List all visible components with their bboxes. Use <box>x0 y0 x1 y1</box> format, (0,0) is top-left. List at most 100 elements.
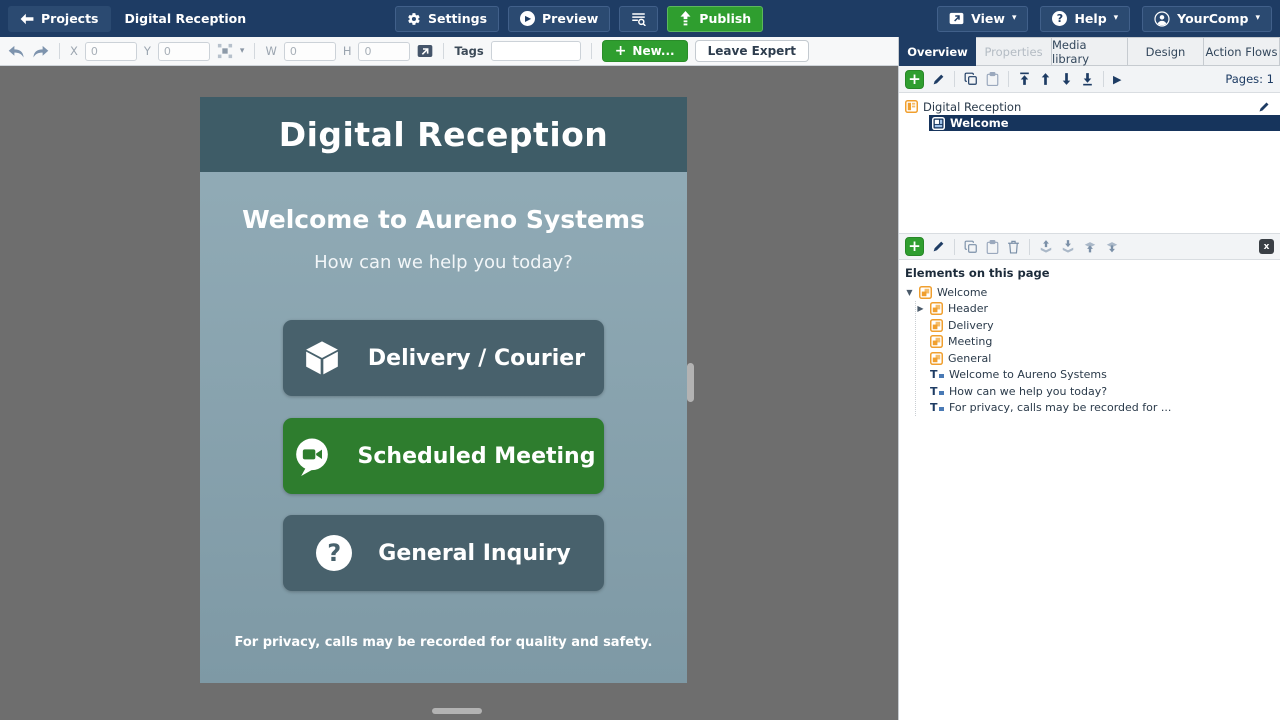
add-page-button[interactable]: + <box>905 70 924 89</box>
back-to-projects-button[interactable]: Projects <box>8 6 111 32</box>
kiosk-welcome-heading: Welcome to Aureno Systems <box>200 205 687 234</box>
group-icon <box>919 286 932 299</box>
new-element-button[interactable]: + New... <box>602 40 688 62</box>
element-label: Welcome <box>937 286 987 299</box>
redo-icon[interactable] <box>32 45 49 58</box>
scheduled-meeting-button[interactable]: Scheduled Meeting <box>283 418 604 494</box>
back-arrow-icon <box>20 13 34 25</box>
canvas-horizontal-scrollbar[interactable] <box>432 708 482 714</box>
leave-expert-button[interactable]: Leave Expert <box>695 40 809 62</box>
move-to-bottom-icon[interactable] <box>1081 72 1094 86</box>
copy-icon[interactable] <box>964 240 978 254</box>
send-to-back-icon[interactable] <box>1061 240 1075 253</box>
kiosk-privacy-footer: For privacy, calls may be recorded for q… <box>200 635 687 650</box>
expand-caret-icon[interactable]: ▶ <box>916 304 925 313</box>
settings-label: Settings <box>428 11 487 26</box>
design-canvas[interactable]: Digital Reception Welcome to Aureno Syst… <box>0 66 898 720</box>
text-element-icon: T <box>930 386 944 397</box>
tab-action-flows[interactable]: Action Flows <box>1204 37 1280 66</box>
general-inquiry-button[interactable]: ? General Inquiry <box>283 515 604 591</box>
bring-forward-icon[interactable] <box>1083 240 1097 253</box>
pages-tree-root-label: Digital Reception <box>923 100 1021 114</box>
undo-icon[interactable] <box>8 45 25 58</box>
canvas-vertical-scrollbar[interactable] <box>687 363 694 402</box>
panel-tab-bar: Overview Properties Media library Design… <box>899 37 1280 66</box>
kiosk-page-welcome[interactable]: Digital Reception Welcome to Aureno Syst… <box>200 97 687 683</box>
group-icon <box>930 319 943 332</box>
run-page-icon[interactable]: ▶ <box>1113 73 1121 86</box>
element-row-text-help[interactable]: T How can we help you today? <box>916 383 1280 400</box>
delivery-courier-button[interactable]: Delivery / Courier <box>283 320 604 396</box>
edit-pencil-icon[interactable] <box>1258 101 1270 113</box>
element-label: How can we help you today? <box>949 385 1107 398</box>
width-input[interactable] <box>284 42 336 61</box>
publish-button[interactable]: Publish <box>667 6 763 32</box>
element-label: Delivery <box>948 319 994 332</box>
fit-to-screen-icon[interactable] <box>417 44 433 58</box>
paste-icon[interactable] <box>986 72 999 86</box>
chevron-down-icon: ▾ <box>1255 14 1260 23</box>
view-menu-button[interactable]: View ▾ <box>937 6 1028 32</box>
add-element-button[interactable]: + <box>905 237 924 256</box>
element-row-welcome-root[interactable]: ▼ Welcome <box>905 284 1280 301</box>
toolbar-separator <box>1008 71 1009 87</box>
element-row-header[interactable]: ▶ Header <box>916 301 1280 318</box>
move-down-icon[interactable] <box>1060 72 1073 86</box>
chevron-down-icon: ▾ <box>1012 14 1017 23</box>
h-field-label: H <box>343 44 352 58</box>
w-field-label: W <box>265 44 276 58</box>
paste-icon[interactable] <box>986 240 999 254</box>
account-label: YourComp <box>1177 11 1248 26</box>
scheduled-meeting-label: Scheduled Meeting <box>358 444 596 469</box>
package-cube-icon <box>302 338 342 378</box>
element-row-delivery[interactable]: Delivery <box>916 317 1280 334</box>
x-input[interactable] <box>85 42 137 61</box>
chevron-down-icon[interactable]: ▾ <box>240 47 245 56</box>
tab-overview[interactable]: Overview <box>899 37 976 66</box>
checklist-search-button[interactable] <box>619 6 658 32</box>
element-label: Header <box>948 302 988 315</box>
exclude-x-icon[interactable]: x <box>1259 239 1274 254</box>
move-to-top-icon[interactable] <box>1018 72 1031 86</box>
account-menu-button[interactable]: YourComp ▾ <box>1142 6 1272 32</box>
elements-header: Elements on this page <box>905 266 1280 280</box>
bring-to-front-icon[interactable] <box>1039 240 1053 253</box>
element-row-text-welcome[interactable]: T Welcome to Aureno Systems <box>916 367 1280 384</box>
pages-count: Pages: 1 <box>1225 72 1274 86</box>
edit-pencil-icon[interactable] <box>932 240 945 253</box>
toolbar-separator <box>1029 239 1030 255</box>
tab-design[interactable]: Design <box>1128 37 1204 66</box>
preview-button[interactable]: ▶ Preview <box>508 6 610 32</box>
publish-upload-icon <box>679 11 692 26</box>
tab-properties[interactable]: Properties <box>976 37 1052 66</box>
open-window-icon <box>949 12 964 25</box>
chevron-down-icon: ▾ <box>1114 14 1119 23</box>
tags-input[interactable] <box>491 41 581 61</box>
pages-tree-page-welcome-row[interactable]: Welcome <box>929 115 1280 131</box>
pages-tree-root-row[interactable]: Digital Reception <box>905 98 1280 115</box>
group-icon <box>930 335 943 348</box>
pages-tree: Digital Reception Welcome <box>899 93 1280 233</box>
collapse-caret-icon[interactable]: ▼ <box>905 288 914 297</box>
tab-media-library[interactable]: Media library <box>1052 37 1128 66</box>
arrange-icons-group <box>1039 240 1119 253</box>
delete-trash-icon[interactable] <box>1007 240 1020 254</box>
copy-icon[interactable] <box>964 72 978 86</box>
edit-toolbar: X Y ▾ W H Tags + New... Leave Expert <box>0 37 898 66</box>
question-circle-icon: ? <box>316 535 352 571</box>
settings-button[interactable]: Settings <box>395 6 499 32</box>
y-field-label: Y <box>144 44 151 58</box>
element-row-meeting[interactable]: Meeting <box>916 334 1280 351</box>
element-row-general[interactable]: General <box>916 350 1280 367</box>
help-menu-button[interactable]: ? Help ▾ <box>1040 6 1130 32</box>
toolbar-separator <box>1103 71 1104 87</box>
edit-pencil-icon[interactable] <box>932 73 945 86</box>
height-input[interactable] <box>358 42 410 61</box>
top-navbar: Projects Digital Reception Settings ▶ Pr… <box>0 0 1280 37</box>
element-row-text-privacy[interactable]: T For privacy, calls may be recorded for… <box>916 400 1280 417</box>
pages-toolbar: + ▶ Pages: 1 <box>899 66 1280 93</box>
move-up-icon[interactable] <box>1039 72 1052 86</box>
anchor-point-selector[interactable] <box>217 43 233 59</box>
send-backward-icon[interactable] <box>1105 240 1119 253</box>
y-input[interactable] <box>158 42 210 61</box>
